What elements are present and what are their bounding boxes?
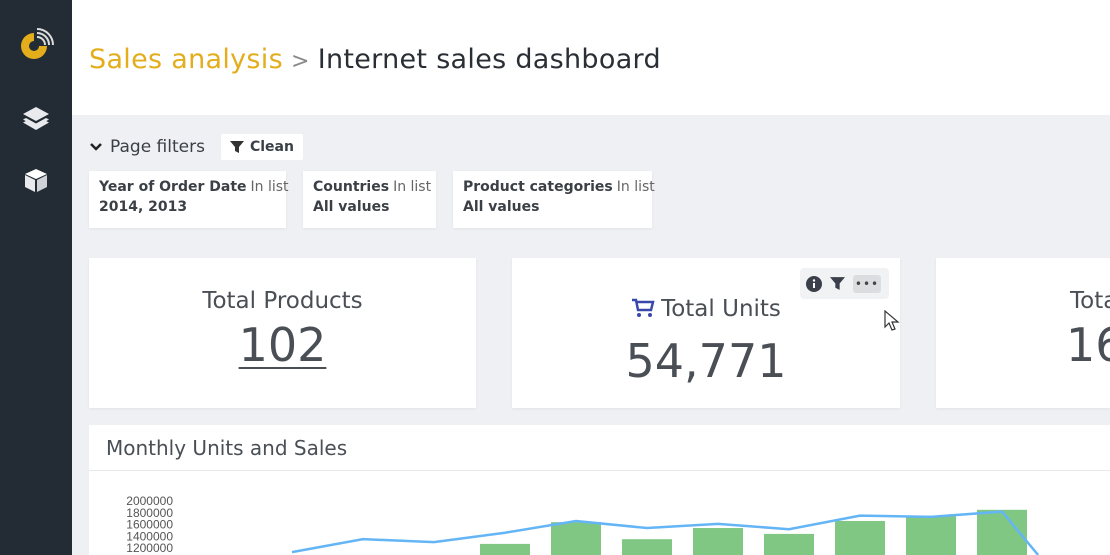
kpi-value: 16 <box>1066 318 1110 372</box>
kpi-title: Total Products <box>202 288 363 314</box>
cart-icon <box>632 298 655 317</box>
mouse-cursor-icon <box>884 310 900 331</box>
breadcrumb-parent[interactable]: Sales analysis <box>89 44 283 75</box>
bar[interactable] <box>480 543 530 555</box>
filter-value: All values <box>313 199 390 215</box>
breadcrumb-separator: > <box>290 49 310 74</box>
filter-value: All values <box>463 199 540 215</box>
filter-icon <box>229 141 244 153</box>
kpi-card-partial: Tota 16 <box>936 258 1110 408</box>
page-filters-label: Page filters <box>110 137 205 157</box>
bar[interactable] <box>906 515 956 555</box>
logo-icon[interactable] <box>18 26 54 62</box>
page-filters-toggle[interactable]: Page filters <box>90 137 205 157</box>
kpi-card-total-products: Total Products 102 <box>89 258 476 408</box>
filter-chip-product-categories[interactable]: Product categories In list All values <box>453 171 655 228</box>
filter-operator: In list <box>616 179 655 195</box>
more-options-icon[interactable]: ••• <box>853 274 881 293</box>
clean-filters-button[interactable]: Clean <box>220 134 303 160</box>
chevron-down-icon <box>90 143 102 151</box>
info-icon[interactable] <box>806 275 822 292</box>
sidebar <box>0 0 72 555</box>
bar[interactable] <box>622 539 672 555</box>
y-tick-label: 1200000 <box>126 541 173 555</box>
filter-chip-countries[interactable]: Countries In list All values <box>303 171 436 228</box>
chart-card: Monthly Units and Sales 2000000 1800000 16… <box>89 425 1110 555</box>
cube-icon[interactable] <box>18 162 54 198</box>
monthly-units-sales-chart: 20000001800000160000014000001200000 <box>126 494 1040 555</box>
header: Sales analysis > Internet sales dashboard <box>72 0 1110 115</box>
filter-chip-year[interactable]: Year of Order Date In list 2014, 2013 <box>89 171 289 228</box>
kpi-value: 54,771 <box>625 334 787 388</box>
card-toolbar: ••• <box>800 268 889 299</box>
filter-value: 2014, 2013 <box>99 199 188 215</box>
filter-name: Countries <box>313 179 390 195</box>
layers-icon[interactable] <box>18 100 54 136</box>
bar[interactable] <box>551 522 601 555</box>
bar[interactable] <box>764 533 814 555</box>
kpi-card-total-units: ••• Total Units 54,771 <box>512 258 900 408</box>
filter-name: Product categories <box>463 179 613 195</box>
bar[interactable] <box>693 528 743 555</box>
filter-operator: In list <box>250 179 289 195</box>
breadcrumb: Sales analysis > Internet sales dashboard <box>89 44 661 75</box>
clean-label: Clean <box>249 139 294 155</box>
kpi-title: Tota <box>1070 288 1110 314</box>
filter-operator: In list <box>393 179 432 195</box>
bar[interactable] <box>835 520 885 555</box>
filter-icon[interactable] <box>830 276 845 291</box>
kpi-title: Total Units <box>661 296 781 322</box>
kpi-title-row: Total Units <box>512 296 900 322</box>
filter-name: Year of Order Date <box>99 179 247 195</box>
page-title: Internet sales dashboard <box>317 44 661 75</box>
kpi-value[interactable]: 102 <box>89 318 476 372</box>
